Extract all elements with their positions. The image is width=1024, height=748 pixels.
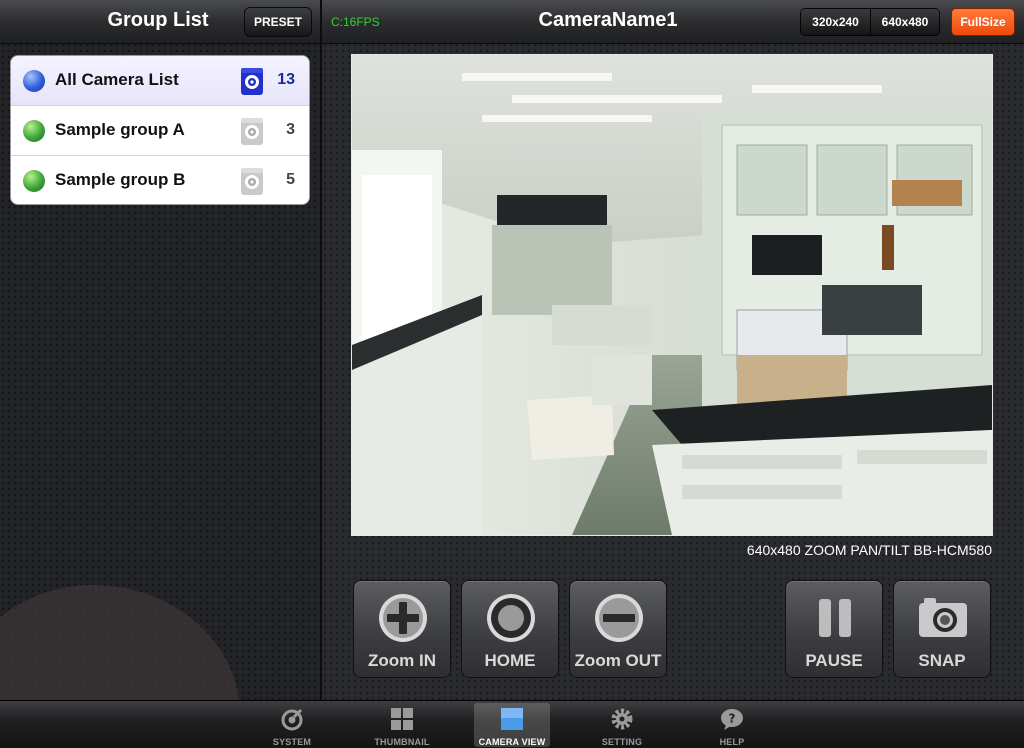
pause-button[interactable]: PAUSE [785, 580, 883, 678]
group-row-sample-b[interactable]: Sample group B 5 [11, 156, 309, 204]
snap-label: SNAP [918, 651, 966, 670]
group-row-all-cameras[interactable]: All Camera List 13 [11, 56, 309, 106]
tab-label: CAMERA VIEW [478, 737, 546, 747]
camera-name-title: CameraName1 [538, 9, 678, 31]
camera-view-icon [501, 708, 523, 730]
group-name: Sample group A [55, 120, 185, 139]
resolution-640-button[interactable]: 640x480 [870, 9, 939, 35]
group-camera-count: 3 [286, 121, 295, 138]
zoom-in-button[interactable]: Zoom IN [353, 580, 451, 678]
minus-circle-icon [595, 594, 643, 642]
status-dot-icon [23, 70, 45, 92]
resolution-selector: 320x240 640x480 [800, 8, 940, 36]
camera-icon [241, 68, 263, 95]
thumbnail-icon [391, 708, 413, 730]
zoom-out-button[interactable]: Zoom OUT [569, 580, 667, 678]
preset-button[interactable]: PRESET [244, 7, 312, 37]
home-circle-icon [487, 594, 535, 642]
camera-video-feed[interactable] [351, 54, 993, 536]
system-icon [281, 708, 303, 731]
pause-label: PAUSE [805, 651, 863, 670]
bottom-tab-bar: SYSTEM THUMBNAIL CAMERA VIEW SETTING ? H… [0, 700, 1024, 748]
group-list-header: Group List PRESET [0, 0, 320, 44]
fps-indicator: C:16FPS [331, 15, 380, 29]
plus-circle-icon [379, 594, 427, 642]
camera-snap-icon [919, 598, 967, 637]
home-button[interactable]: HOME [461, 580, 559, 678]
group-name: Sample group B [55, 170, 186, 189]
gear-icon [611, 708, 633, 730]
tab-system[interactable]: SYSTEM [254, 703, 330, 747]
group-name: All Camera List [55, 70, 179, 89]
help-icon: ? [721, 709, 743, 730]
status-dot-icon [23, 170, 45, 192]
resolution-320-button[interactable]: 320x240 [801, 9, 870, 35]
status-dot-icon [23, 120, 45, 142]
snap-button[interactable]: SNAP [893, 580, 991, 678]
pause-icon [819, 599, 851, 637]
tab-label: SYSTEM [272, 737, 312, 747]
decorative-shape [0, 585, 240, 700]
group-camera-count: 5 [286, 171, 295, 188]
camera-model-caption: 640x480 ZOOM PAN/TILT BB-HCM580 [746, 542, 992, 558]
tab-help[interactable]: ? HELP [694, 703, 770, 747]
zoom-in-label: Zoom IN [368, 651, 436, 670]
tab-label: THUMBNAIL [374, 737, 430, 747]
group-row-sample-a[interactable]: Sample group A 3 [11, 106, 309, 156]
zoom-out-label: Zoom OUT [574, 651, 662, 670]
svg-text:?: ? [729, 712, 736, 726]
camera-icon [241, 168, 263, 195]
tab-thumbnail[interactable]: THUMBNAIL [364, 703, 440, 747]
home-label: HOME [484, 651, 536, 670]
tab-camera-view[interactable]: CAMERA VIEW [474, 703, 550, 747]
camera-icon [241, 118, 263, 145]
camera-view-header: C:16FPS CameraName1 320x240 640x480 Full… [322, 0, 1024, 44]
group-camera-count: 13 [277, 71, 295, 88]
tab-label: SETTING [601, 737, 643, 747]
tab-label: HELP [719, 737, 745, 747]
fullsize-button[interactable]: FullSize [951, 8, 1015, 36]
group-list: All Camera List 13 Sample group A 3 Samp… [10, 55, 310, 205]
tab-setting[interactable]: SETTING [584, 703, 660, 747]
camera-image [352, 55, 992, 535]
